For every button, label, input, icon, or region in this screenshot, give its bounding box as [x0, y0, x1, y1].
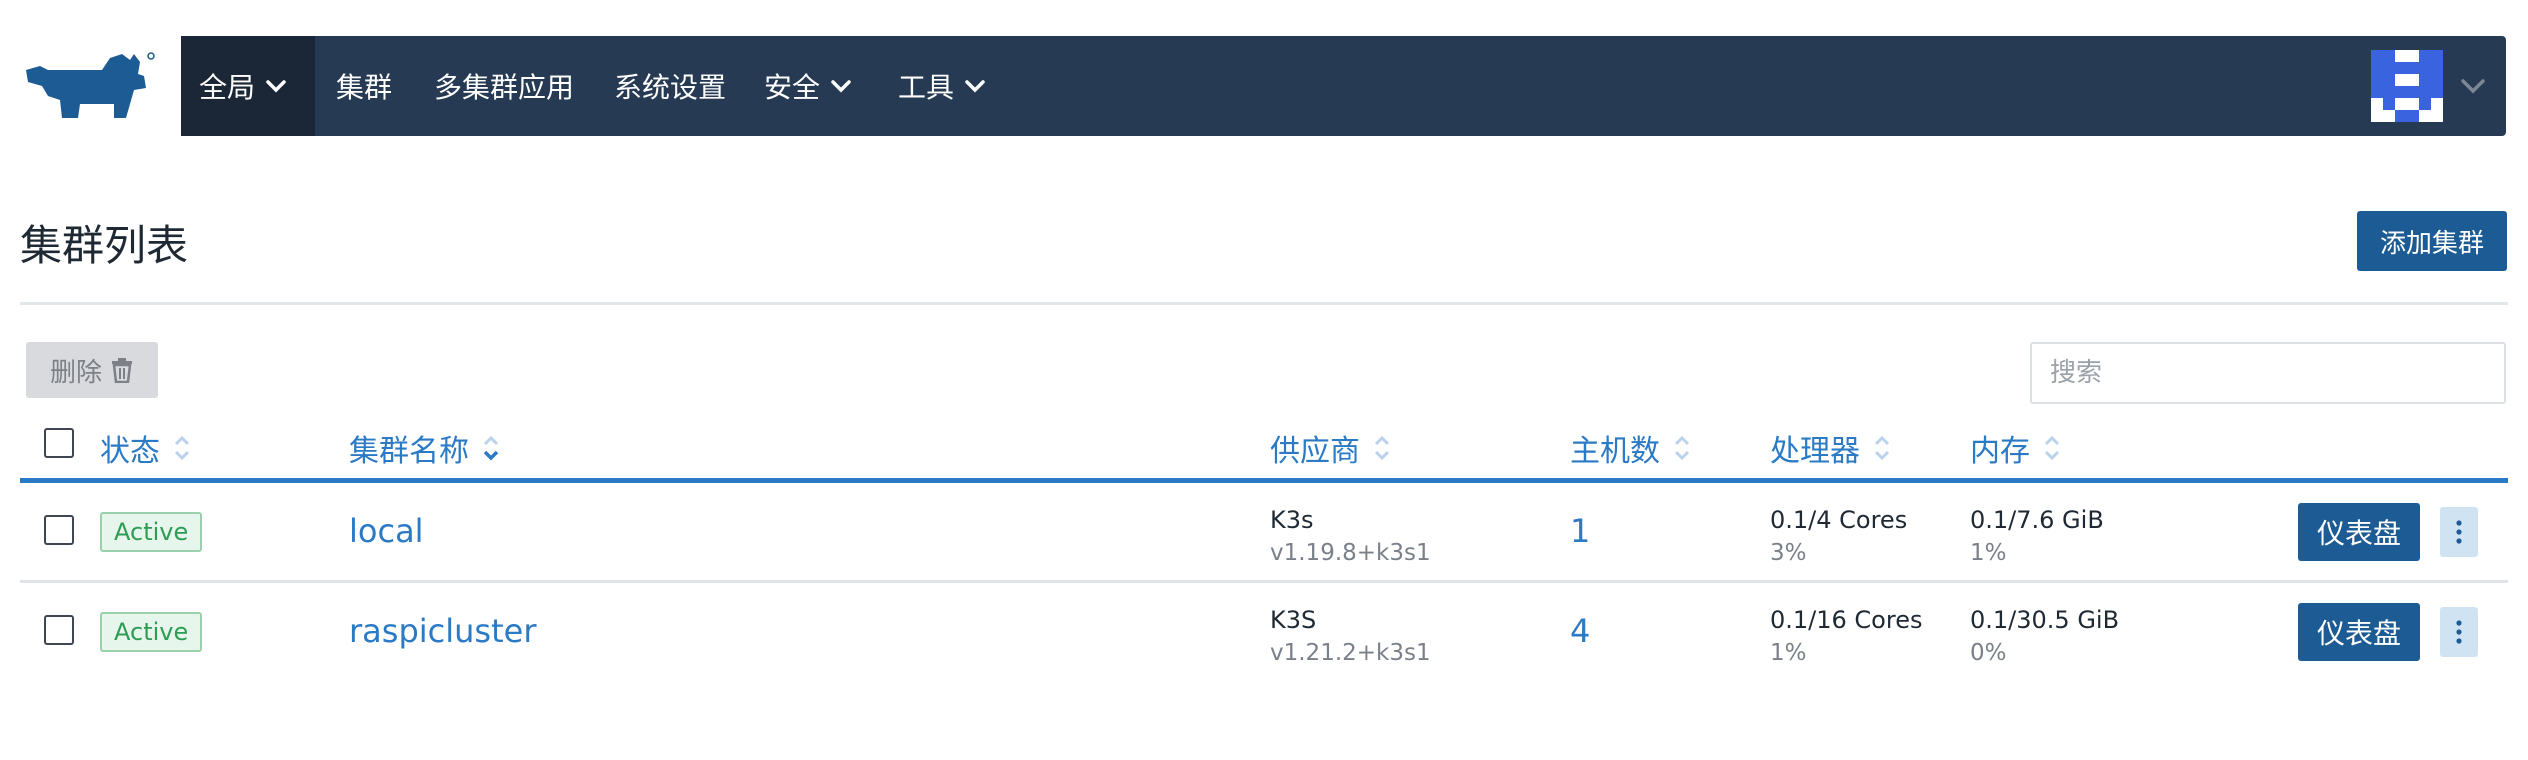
column-header-state-label: 状态 [100, 434, 160, 469]
nav-multi-cluster-apps[interactable]: 多集群应用 [434, 36, 574, 136]
delete-button[interactable]: 删除 [26, 342, 158, 398]
cluster-name-link[interactable]: local [349, 512, 424, 550]
dashboard-button[interactable]: 仪表盘 [2298, 503, 2420, 561]
sort-icon [174, 435, 190, 461]
cpu-usage: 0.1/16 Cores [1770, 606, 1923, 634]
sort-icon [1874, 435, 1890, 461]
rancher-cow-icon[interactable] [18, 48, 158, 126]
nav-system-settings-label: 系统设置 [614, 71, 727, 104]
nav-clusters[interactable]: 集群 [336, 36, 392, 136]
status-badge: Active [100, 612, 203, 652]
chevron-down-icon [831, 80, 851, 93]
memory-usage: 0.1/30.5 GiB [1970, 606, 2120, 634]
cpu-percent: 3% [1770, 540, 1807, 566]
memory-percent: 1% [1970, 540, 2007, 566]
row-divider [20, 580, 2508, 583]
column-header-cluster-name-label: 集群名称 [349, 434, 469, 469]
title-divider [20, 302, 2508, 305]
memory-percent: 0% [1970, 640, 2007, 666]
provider-name: K3s [1270, 506, 1314, 534]
status-badge: Active [100, 512, 203, 552]
memory-usage: 0.1/7.6 GiB [1970, 506, 2104, 534]
column-header-memory-label: 内存 [1970, 434, 2030, 469]
cpu-percent: 1% [1770, 640, 1807, 666]
trash-icon [112, 358, 132, 383]
dashboard-button[interactable]: 仪表盘 [2298, 603, 2420, 661]
sort-icon [2044, 435, 2060, 461]
nav-system-settings[interactable]: 系统设置 [614, 36, 726, 136]
kebab-menu-icon [2456, 520, 2462, 544]
top-header: 全局 集群 多集群应用 系统设置 安全 工具 [0, 0, 2528, 150]
page-title: 集群列表 [20, 221, 189, 270]
sort-icon [1674, 435, 1690, 461]
row-checkbox[interactable] [44, 515, 74, 545]
nav-global-label: 全局 [199, 71, 256, 104]
sort-desc-icon [483, 435, 499, 461]
node-count-link[interactable]: 4 [1570, 612, 1590, 650]
nav-security[interactable]: 安全 [764, 36, 852, 136]
chevron-down-icon[interactable] [2459, 72, 2487, 100]
node-count-link[interactable]: 1 [1570, 512, 1590, 550]
user-avatar-icon[interactable] [2371, 50, 2443, 122]
nav-security-label: 安全 [764, 71, 821, 104]
add-cluster-button[interactable]: 添加集群 [2357, 211, 2507, 271]
chevron-down-icon [965, 80, 985, 93]
provider-name: K3S [1270, 606, 1317, 634]
chevron-down-icon [266, 80, 286, 93]
column-header-provider-label: 供应商 [1270, 434, 1360, 469]
column-header-cpu-label: 处理器 [1770, 434, 1860, 469]
column-header-cluster-name[interactable]: 集群名称 [349, 424, 501, 472]
column-header-state[interactable]: 状态 [100, 424, 192, 472]
table-header-underline [20, 478, 2508, 483]
cluster-name-link[interactable]: raspicluster [349, 612, 536, 650]
nav-tools-label: 工具 [898, 71, 955, 104]
column-header-nodes-label: 主机数 [1570, 434, 1660, 469]
main-navbar: 全局 集群 多集群应用 系统设置 安全 工具 [181, 36, 2506, 136]
kebab-menu-icon [2456, 620, 2462, 644]
nav-global[interactable]: 全局 [181, 36, 315, 136]
provider-version: v1.19.8+k3s1 [1270, 540, 1431, 566]
nav-multi-cluster-apps-label: 多集群应用 [434, 71, 575, 104]
nav-tools[interactable]: 工具 [898, 36, 986, 136]
sort-icon [1374, 435, 1390, 461]
select-all-checkbox[interactable] [44, 428, 74, 458]
column-header-provider[interactable]: 供应商 [1270, 424, 1392, 472]
more-actions-button[interactable] [2440, 507, 2478, 557]
delete-button-label: 删除 [49, 357, 102, 388]
more-actions-button[interactable] [2440, 607, 2478, 657]
cpu-usage: 0.1/4 Cores [1770, 506, 1908, 534]
row-checkbox[interactable] [44, 615, 74, 645]
column-header-memory[interactable]: 内存 [1970, 424, 2062, 472]
provider-version: v1.21.2+k3s1 [1270, 640, 1431, 666]
column-header-nodes[interactable]: 主机数 [1570, 424, 1692, 472]
search-input[interactable] [2030, 342, 2506, 404]
nav-clusters-label: 集群 [336, 71, 393, 104]
column-header-cpu[interactable]: 处理器 [1770, 424, 1892, 472]
